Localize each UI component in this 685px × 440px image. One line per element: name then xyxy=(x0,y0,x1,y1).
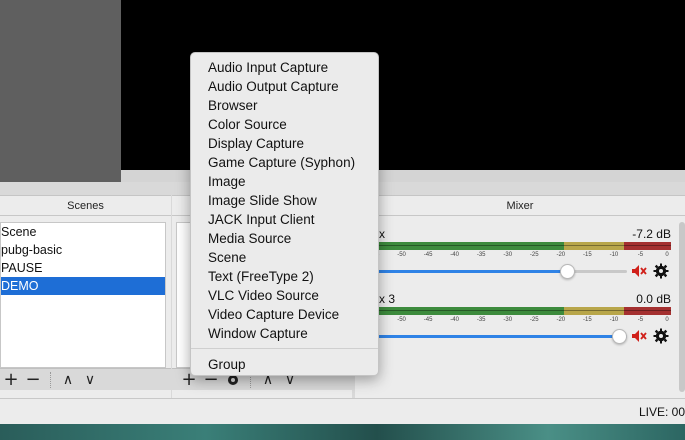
meter-scale-label: -5 xyxy=(637,317,644,323)
menu-item-image-slide-show[interactable]: Image Slide Show xyxy=(191,191,378,210)
meter-scale-label: -30 xyxy=(503,317,513,323)
move-scene-down-button[interactable]: ∨ xyxy=(79,370,101,390)
preview-background xyxy=(0,0,121,182)
live-status: LIVE: 00 xyxy=(638,405,685,419)
toolbar-separator xyxy=(50,371,51,388)
mixer-scrollbar[interactable] xyxy=(679,222,685,392)
volume-slider-fill xyxy=(355,270,567,273)
desktop-background xyxy=(0,424,685,440)
meter-scale-label: -50 xyxy=(397,317,406,323)
meter-scale-label: -45 xyxy=(423,252,433,258)
volume-slider-knob[interactable] xyxy=(612,329,627,344)
volume-meter xyxy=(355,307,671,315)
meter-scale-label: 0 xyxy=(665,317,669,323)
mute-icon[interactable] xyxy=(631,328,647,344)
volume-slider-fill xyxy=(355,335,627,338)
volume-slider-knob[interactable] xyxy=(560,264,575,279)
meter-scale-label: -25 xyxy=(529,317,539,323)
scenes-list[interactable]: Scene pubg-basic PAUSE DEMO xyxy=(0,222,166,368)
menu-item-media-source[interactable]: Media Source xyxy=(191,229,378,248)
scene-item[interactable]: pubg-basic xyxy=(1,241,165,259)
meter-scale: -55-50-45-40-35-30-25-20-15-10-50 xyxy=(355,317,671,327)
meter-scale-label: -20 xyxy=(556,317,566,323)
menu-item-video-capture-device[interactable]: Video Capture Device xyxy=(191,305,378,324)
menu-item-jack-input-client[interactable]: JACK Input Client xyxy=(191,210,378,229)
mixer-channel-db: 0.0 dB xyxy=(636,292,671,306)
add-scene-button[interactable]: + xyxy=(0,369,22,390)
menu-item-game-capture[interactable]: Game Capture (Syphon) xyxy=(191,153,378,172)
meter-scale-label: -30 xyxy=(503,252,513,258)
meter-scale-label: -20 xyxy=(556,252,566,258)
menu-item-image[interactable]: Image xyxy=(191,172,378,191)
menu-item-window-capture[interactable]: Window Capture xyxy=(191,324,378,343)
scene-item-selected[interactable]: DEMO xyxy=(1,277,165,295)
meter-scale-label: -40 xyxy=(450,252,459,258)
meter-scale-label: -15 xyxy=(583,252,592,258)
gear-icon[interactable] xyxy=(653,328,669,344)
menu-item-scene[interactable]: Scene xyxy=(191,248,378,267)
menu-separator xyxy=(191,348,378,349)
scenes-header: Scenes xyxy=(0,196,171,216)
volume-meter xyxy=(355,242,671,250)
meter-scale-label: -40 xyxy=(450,317,459,323)
menu-item-text-freetype[interactable]: Text (FreeType 2) xyxy=(191,267,378,286)
menu-item-group[interactable]: Group xyxy=(191,355,378,374)
move-scene-up-button[interactable]: ∧ xyxy=(57,370,79,390)
mute-icon[interactable] xyxy=(631,263,647,279)
volume-slider[interactable] xyxy=(355,264,627,279)
mixer-header: Mixer xyxy=(355,196,685,216)
mixer-channel-db: -7.2 dB xyxy=(632,227,671,241)
mixer-dock: Mixer c/Aux -7.2 dB -55-50-45-40-35-30-2… xyxy=(355,195,685,398)
scene-item[interactable]: PAUSE xyxy=(1,259,165,277)
remove-scene-button[interactable]: − xyxy=(22,369,44,390)
meter-scale-label: -10 xyxy=(609,317,619,323)
meter-scale-label: -50 xyxy=(397,252,406,258)
meter-scale-label: -10 xyxy=(609,252,619,258)
menu-item-color-source[interactable]: Color Source xyxy=(191,115,378,134)
scenes-dock: Scenes Scene pubg-basic PAUSE DEMO + − ∧… xyxy=(0,195,171,398)
meter-scale-label: -5 xyxy=(637,252,644,258)
menu-item-audio-input-capture[interactable]: Audio Input Capture xyxy=(191,58,378,77)
menu-item-browser[interactable]: Browser xyxy=(191,96,378,115)
meter-scale-label: -35 xyxy=(476,252,486,258)
menu-item-vlc-video-source[interactable]: VLC Video Source xyxy=(191,286,378,305)
meter-scale-label: -35 xyxy=(476,317,486,323)
meter-scale-label: -25 xyxy=(529,252,539,258)
meter-scale-label: -45 xyxy=(423,317,433,323)
scenes-toolbar: + − ∧ ∨ xyxy=(0,368,171,390)
menu-item-audio-output-capture[interactable]: Audio Output Capture xyxy=(191,77,378,96)
meter-scale-label: -15 xyxy=(583,317,592,323)
meter-scale: -55-50-45-40-35-30-25-20-15-10-50 xyxy=(355,252,671,262)
scene-item[interactable]: Scene xyxy=(1,223,165,241)
status-bar: LIVE: 00 xyxy=(0,398,685,424)
meter-scale-label: 0 xyxy=(665,252,669,258)
gear-icon[interactable] xyxy=(653,263,669,279)
menu-item-display-capture[interactable]: Display Capture xyxy=(191,134,378,153)
volume-slider[interactable] xyxy=(355,329,627,344)
add-source-menu: Audio Input Capture Audio Output Capture… xyxy=(190,52,379,376)
